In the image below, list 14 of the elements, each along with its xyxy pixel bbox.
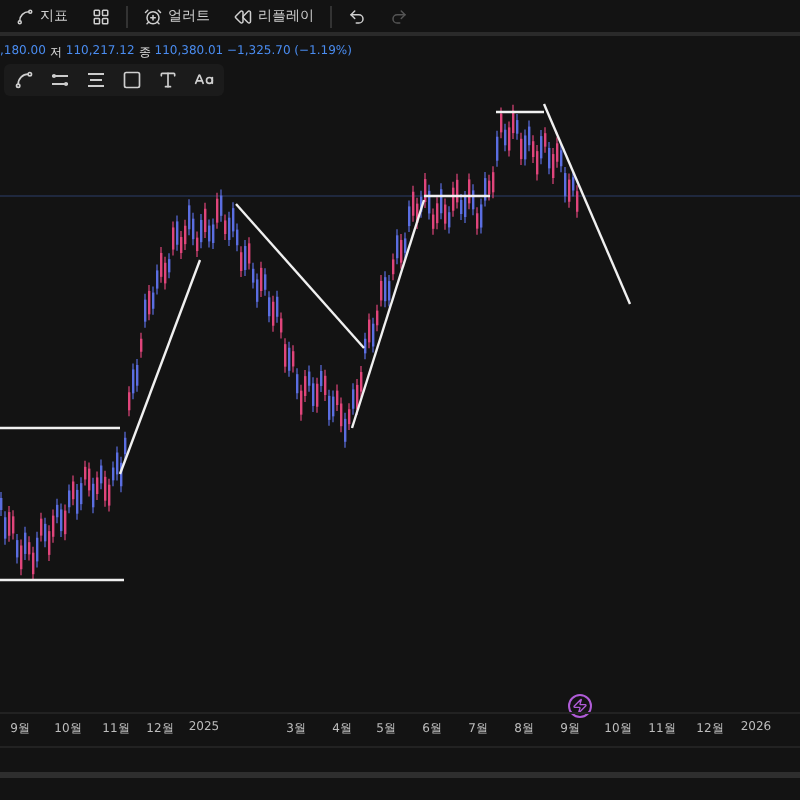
trend-line-icon [14, 70, 34, 90]
text-note-icon [194, 70, 214, 90]
rewind-icon [234, 7, 252, 25]
channel-icon [50, 70, 70, 90]
range-icon [86, 70, 106, 90]
grid-icon [92, 7, 110, 25]
text-icon [158, 70, 178, 90]
rectangle-icon [122, 70, 142, 90]
undo-icon [348, 7, 366, 25]
alarm-clock-icon [144, 7, 162, 25]
trend-line [0, 578, 124, 582]
event-icon[interactable] [568, 694, 592, 718]
indicators-icon [16, 7, 34, 25]
redo-icon [390, 7, 408, 25]
